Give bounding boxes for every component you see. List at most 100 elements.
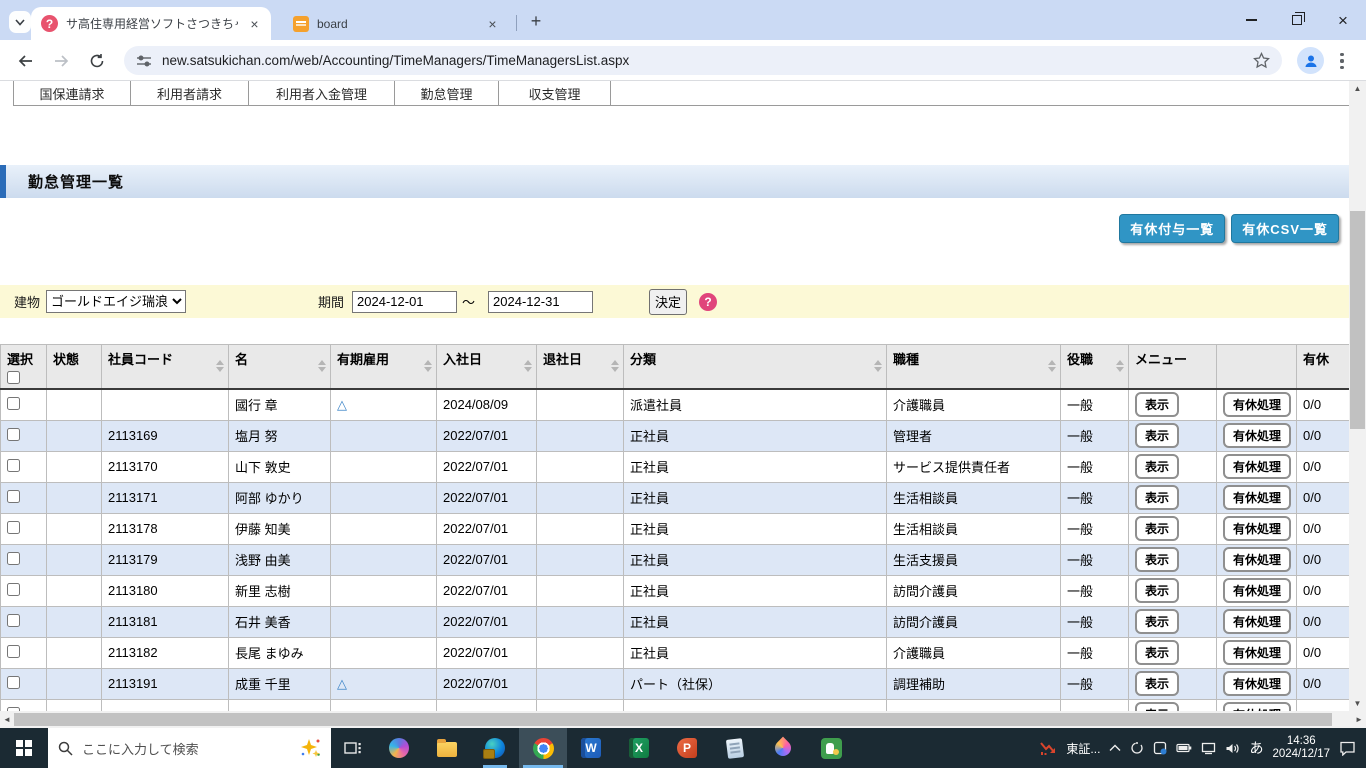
row-checkbox[interactable] bbox=[7, 644, 20, 658]
taskbar-app-word[interactable]: W bbox=[567, 728, 615, 768]
tab-search-button[interactable] bbox=[9, 11, 31, 33]
header-job-type[interactable]: 職種 bbox=[886, 344, 1061, 390]
paid-leave-process-button[interactable]: 有休処理 bbox=[1223, 485, 1292, 510]
profile-avatar[interactable] bbox=[1297, 47, 1324, 74]
new-tab-button[interactable]: + bbox=[524, 9, 548, 33]
tab-board[interactable]: board × bbox=[281, 7, 509, 40]
stock-down-icon[interactable] bbox=[1039, 740, 1057, 756]
header-employee-code[interactable]: 社員コード bbox=[101, 344, 229, 390]
date-to-input[interactable] bbox=[488, 290, 594, 313]
horizontal-scrollbar[interactable]: ◄ ► bbox=[0, 711, 1366, 728]
nav-item-balance[interactable]: 収支管理 bbox=[499, 81, 611, 105]
row-checkbox[interactable] bbox=[7, 489, 20, 503]
header-name[interactable]: 名 bbox=[228, 344, 331, 390]
nav-item-kokuhoren[interactable]: 国保連請求 bbox=[13, 81, 131, 105]
header-retire-date[interactable]: 退社日 bbox=[536, 344, 624, 390]
network-icon[interactable] bbox=[1201, 742, 1216, 755]
action-center-icon[interactable] bbox=[1339, 740, 1356, 756]
header-rank[interactable]: 役職 bbox=[1060, 344, 1129, 390]
tray-expand-icon[interactable] bbox=[1109, 744, 1121, 752]
vertical-scroll-thumb[interactable] bbox=[1350, 211, 1365, 429]
nav-item-user-payment[interactable]: 利用者入金管理 bbox=[249, 81, 395, 105]
row-checkbox[interactable] bbox=[7, 551, 20, 565]
scroll-up-icon[interactable]: ▲ bbox=[1349, 81, 1366, 96]
tab-close-icon[interactable]: × bbox=[484, 15, 501, 32]
show-button[interactable]: 表示 bbox=[1135, 640, 1180, 665]
paid-leave-process-button[interactable]: 有休処理 bbox=[1223, 671, 1292, 696]
task-view-button[interactable] bbox=[331, 728, 375, 768]
taskbar-app-green[interactable] bbox=[807, 728, 855, 768]
row-checkbox[interactable] bbox=[7, 520, 20, 534]
paid-leave-process-button[interactable]: 有休処理 bbox=[1223, 640, 1292, 665]
taskbar-app-paint[interactable] bbox=[759, 728, 807, 768]
show-button[interactable]: 表示 bbox=[1135, 547, 1180, 572]
paid-leave-grant-list-button[interactable]: 有休付与一覧 bbox=[1119, 214, 1226, 243]
scroll-down-icon[interactable]: ▼ bbox=[1349, 696, 1366, 711]
header-fixed-term[interactable]: 有期雇用 bbox=[330, 344, 437, 390]
paid-leave-process-button[interactable]: 有休処理 bbox=[1223, 423, 1292, 448]
taskbar-app-notepad[interactable] bbox=[711, 728, 759, 768]
select-all-checkbox[interactable] bbox=[7, 371, 20, 384]
tray-sync-icon[interactable] bbox=[1130, 741, 1144, 755]
show-button[interactable]: 表示 bbox=[1135, 454, 1180, 479]
ime-indicator[interactable]: あ bbox=[1249, 738, 1263, 758]
browser-menu-button[interactable] bbox=[1330, 48, 1354, 74]
minimize-button[interactable] bbox=[1228, 0, 1274, 40]
vertical-scrollbar[interactable]: ▲ ▼ bbox=[1349, 81, 1366, 711]
header-hire-date[interactable]: 入社日 bbox=[436, 344, 537, 390]
show-button[interactable]: 表示 bbox=[1135, 485, 1180, 510]
row-checkbox[interactable] bbox=[7, 675, 20, 689]
taskbar-clock[interactable]: 14:36 2024/12/17 bbox=[1272, 735, 1330, 761]
paid-leave-process-button[interactable]: 有休処理 bbox=[1223, 547, 1292, 572]
paid-leave-process-button[interactable]: 有休処理 bbox=[1223, 609, 1292, 634]
scroll-right-icon[interactable]: ► bbox=[1352, 711, 1366, 728]
taskbar-search[interactable]: ここに入力して検索 bbox=[48, 728, 331, 768]
paid-leave-process-button[interactable]: 有休処理 bbox=[1223, 454, 1292, 479]
paid-leave-csv-list-button[interactable]: 有休CSV一覧 bbox=[1231, 214, 1339, 243]
date-from-input[interactable] bbox=[352, 290, 458, 313]
taskbar-app-chrome[interactable] bbox=[519, 728, 567, 768]
paid-leave-process-button[interactable]: 有休処理 bbox=[1223, 702, 1292, 711]
paid-leave-process-button[interactable]: 有休処理 bbox=[1223, 392, 1292, 418]
show-button[interactable]: 表示 bbox=[1135, 671, 1180, 696]
row-checkbox[interactable] bbox=[7, 427, 20, 441]
horizontal-scroll-thumb[interactable] bbox=[14, 713, 1332, 726]
taskbar-app-explorer[interactable] bbox=[423, 728, 471, 768]
row-checkbox[interactable] bbox=[7, 582, 20, 596]
tab-satsukichan[interactable]: ? サ高住専用経営ソフトさつきちゃん × bbox=[31, 7, 271, 40]
show-button[interactable]: 表示 bbox=[1135, 516, 1180, 541]
scroll-left-icon[interactable]: ◄ bbox=[0, 711, 14, 728]
taskbar-app-copilot[interactable] bbox=[375, 728, 423, 768]
show-button[interactable]: 表示 bbox=[1135, 609, 1180, 634]
row-checkbox[interactable] bbox=[7, 396, 20, 410]
show-button[interactable]: 表示 bbox=[1135, 578, 1180, 603]
show-button[interactable]: 表示 bbox=[1135, 392, 1180, 418]
reload-button[interactable] bbox=[84, 48, 110, 74]
url-bar[interactable]: new.satsukichan.com/web/Accounting/TimeM… bbox=[124, 46, 1282, 75]
taskbar-app-edge[interactable] bbox=[471, 728, 519, 768]
row-checkbox[interactable] bbox=[7, 613, 20, 627]
tray-app-icon[interactable] bbox=[1153, 741, 1167, 755]
bookmark-star-icon[interactable] bbox=[1253, 52, 1270, 69]
volume-icon[interactable] bbox=[1225, 742, 1240, 755]
show-button[interactable]: 表示 bbox=[1135, 423, 1180, 448]
battery-icon[interactable] bbox=[1176, 742, 1192, 754]
taskbar-app-powerpoint[interactable]: P bbox=[663, 728, 711, 768]
forward-button[interactable] bbox=[48, 48, 74, 74]
close-button[interactable]: × bbox=[1320, 0, 1366, 40]
restore-button[interactable] bbox=[1274, 0, 1320, 40]
stock-ticker-text[interactable]: 東証... bbox=[1066, 740, 1100, 757]
back-button[interactable] bbox=[12, 48, 38, 74]
tab-close-icon[interactable]: × bbox=[246, 15, 263, 32]
header-category[interactable]: 分類 bbox=[623, 344, 887, 390]
building-select[interactable]: ゴールドエイジ瑞浪 bbox=[46, 290, 187, 313]
help-icon[interactable]: ? bbox=[699, 292, 718, 311]
taskbar-app-excel[interactable]: X bbox=[615, 728, 663, 768]
paid-leave-process-button[interactable]: 有休処理 bbox=[1223, 578, 1292, 603]
row-checkbox[interactable] bbox=[7, 458, 20, 472]
nav-item-user-billing[interactable]: 利用者請求 bbox=[131, 81, 249, 105]
show-button[interactable]: 表示 bbox=[1135, 702, 1180, 711]
paid-leave-process-button[interactable]: 有休処理 bbox=[1223, 516, 1292, 541]
nav-item-attendance[interactable]: 勤怠管理 bbox=[395, 81, 499, 105]
start-button[interactable] bbox=[0, 728, 48, 768]
